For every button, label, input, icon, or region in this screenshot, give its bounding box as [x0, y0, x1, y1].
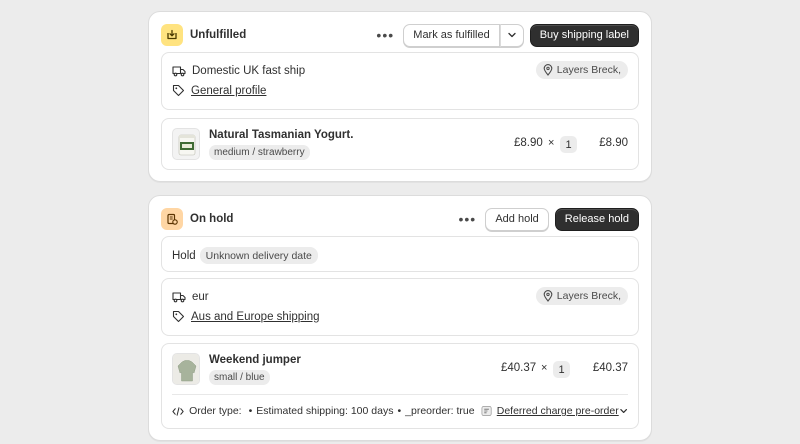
shipping-method-row: eur	[172, 291, 209, 303]
code-icon	[172, 406, 184, 416]
mark-fulfilled-group: Mark as fulfilled	[403, 23, 524, 47]
quantity-badge: 1	[553, 361, 570, 378]
order-attributes-row: Order type: • Estimated shipping: 100 da…	[172, 403, 628, 419]
truck-icon	[172, 66, 186, 77]
location-name: Layers Breck,	[556, 64, 621, 76]
estimated-shipping-attribute: Estimated shipping: 100 days	[256, 405, 394, 417]
product-variant: small / blue	[209, 370, 270, 385]
chevron-down-icon	[508, 32, 516, 38]
payment-terms-icon	[481, 405, 492, 417]
line-total: £40.37	[592, 362, 628, 374]
multiply-sign: ×	[548, 137, 555, 149]
attributes-divider	[172, 394, 628, 395]
more-actions-button[interactable]: •••	[373, 24, 397, 46]
location-pin-icon	[543, 290, 553, 302]
chevron-down-icon[interactable]	[619, 406, 628, 416]
shipping-profile-link[interactable]: Aus and Europe shipping	[191, 311, 320, 323]
on-hold-header: On hold ••• Add hold Release hold	[161, 207, 639, 231]
attribute-bullet: •	[248, 405, 253, 417]
unit-price: £40.37	[501, 362, 537, 374]
shipping-method-name: Domestic UK fast ship	[192, 65, 306, 77]
add-hold-button[interactable]: Add hold	[485, 207, 549, 231]
product-thumbnail-jumper	[172, 353, 200, 385]
on-hold-status-icon	[161, 208, 183, 230]
line-total: £8.90	[599, 137, 628, 149]
order-type-label: Order type:	[189, 405, 242, 417]
shipping-method-name: eur	[192, 291, 209, 303]
shipping-profile-link[interactable]: General profile	[191, 85, 266, 97]
line-item-box: Natural Tasmanian Yogurt. medium / straw…	[161, 118, 639, 170]
unfulfilled-status-icon	[161, 24, 183, 46]
multiply-sign: ×	[541, 362, 548, 374]
shipping-info-box: eur Aus and Europe shipping Layers Breck…	[161, 278, 639, 336]
line-item-box: Weekend jumper small / blue £40.37 × 1 £…	[161, 343, 639, 429]
hold-reason-badge: Unknown delivery date	[199, 247, 318, 264]
attribute-bullet: •	[397, 405, 402, 417]
hold-reason-row: Hold Unknown delivery date	[172, 247, 318, 264]
shipping-info-box: Domestic UK fast ship General profile La…	[161, 52, 639, 110]
product-name: Weekend jumper	[209, 354, 301, 366]
product-variant: medium / strawberry	[209, 145, 310, 160]
product-name: Natural Tasmanian Yogurt.	[209, 129, 354, 141]
mark-fulfilled-options-button[interactable]	[499, 23, 524, 47]
location-badge: Layers Breck,	[535, 61, 628, 79]
quantity-badge: 1	[560, 136, 577, 153]
unit-price: £8.90	[514, 137, 543, 149]
location-badge: Layers Breck,	[535, 287, 628, 305]
mark-as-fulfilled-button[interactable]: Mark as fulfilled	[403, 23, 500, 47]
product-thumbnail-yogurt	[172, 128, 200, 160]
unfulfilled-title: Unfulfilled	[190, 29, 247, 41]
tag-icon	[172, 84, 185, 97]
more-actions-button[interactable]: •••	[455, 208, 479, 230]
deferred-charge-link[interactable]: Deferred charge pre-order	[497, 405, 619, 417]
shipping-profile-row: General profile	[172, 84, 266, 97]
tag-icon	[172, 310, 185, 323]
on-hold-card: On hold ••• Add hold Release hold Hold U…	[148, 195, 652, 441]
hold-label: Hold	[172, 249, 196, 262]
buy-shipping-label-button[interactable]: Buy shipping label	[529, 23, 639, 47]
location-name: Layers Breck,	[556, 290, 621, 302]
preorder-attribute: _preorder: true	[405, 405, 475, 417]
shipping-profile-row: Aus and Europe shipping	[172, 310, 320, 323]
unfulfilled-header: Unfulfilled ••• Mark as fulfilled Buy sh…	[161, 23, 639, 47]
truck-icon	[172, 292, 186, 303]
on-hold-title: On hold	[190, 213, 234, 225]
hold-reason-box: Hold Unknown delivery date	[161, 236, 639, 272]
release-hold-button[interactable]: Release hold	[554, 207, 639, 231]
shipping-method-row: Domestic UK fast ship	[172, 65, 305, 77]
location-pin-icon	[543, 64, 553, 76]
unfulfilled-card: Unfulfilled ••• Mark as fulfilled Buy sh…	[148, 11, 652, 182]
